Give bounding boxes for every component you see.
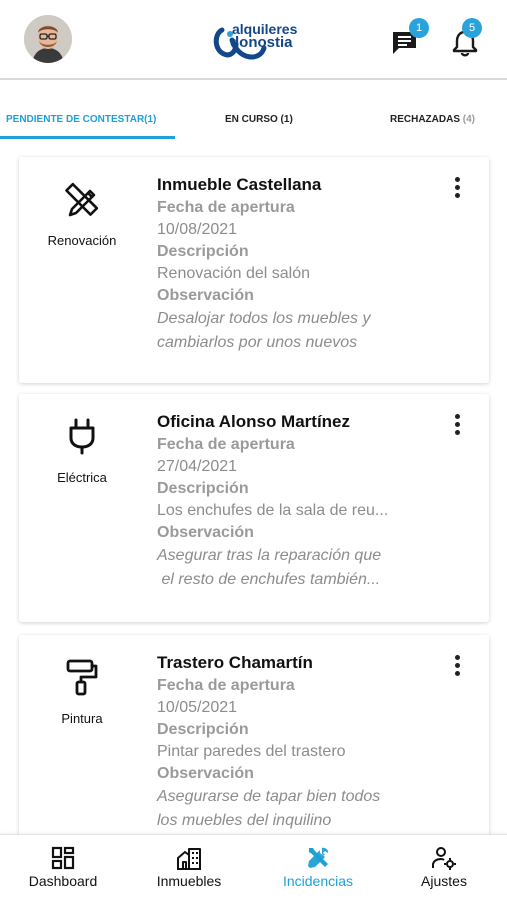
opening-date-value: 10/08/2021 bbox=[157, 221, 238, 238]
card-body: Oficina Alonso Martínez Fecha de apertur… bbox=[157, 410, 447, 592]
category-column: Pintura bbox=[19, 635, 145, 865]
logo-text-donostia: donostia bbox=[230, 34, 293, 51]
kebab-dot bbox=[454, 414, 460, 419]
opening-date-label: Fecha de apertura bbox=[157, 677, 295, 694]
description-label: Descripción bbox=[157, 480, 249, 497]
tab-pendiente[interactable]: PENDIENTE DE CONTESTAR(1) bbox=[6, 114, 156, 125]
incident-card[interactable]: Pintura Trastero Chamartín Fecha de aper… bbox=[19, 635, 489, 865]
observation-label: Observación bbox=[157, 765, 254, 782]
card-body: Trastero Chamartín Fecha de apertura 10/… bbox=[157, 651, 447, 833]
nav-ajustes-label: Ajustes bbox=[421, 873, 467, 889]
observation-label: Observación bbox=[157, 524, 254, 541]
messages-badge: 1 bbox=[409, 18, 429, 38]
incident-card[interactable]: Renovación Inmueble Castellana Fecha de … bbox=[19, 157, 489, 383]
tab-rechazadas[interactable]: RECHAZADAS (4) bbox=[390, 114, 475, 125]
nav-ajustes[interactable]: Ajustes bbox=[381, 835, 507, 900]
tab-en-curso[interactable]: EN CURSO (1) bbox=[225, 114, 293, 125]
kebab-dot bbox=[454, 185, 460, 190]
category-label: Renovación bbox=[47, 233, 117, 248]
more-options-button[interactable] bbox=[449, 414, 465, 438]
user-avatar[interactable] bbox=[24, 15, 72, 63]
description-value: Los enchufes de la sala de reu... bbox=[157, 502, 389, 519]
plug-icon bbox=[69, 418, 95, 455]
category-label: Eléctrica bbox=[57, 470, 107, 485]
incident-card[interactable]: Eléctrica Oficina Alonso Martínez Fecha … bbox=[19, 394, 489, 622]
description-value: Renovación del salón bbox=[157, 265, 310, 282]
kebab-dot bbox=[454, 430, 460, 435]
category-column: Eléctrica bbox=[19, 394, 145, 622]
opening-date-value: 27/04/2021 bbox=[157, 458, 238, 475]
opening-date-label: Fecha de apertura bbox=[157, 199, 295, 216]
user-settings-icon bbox=[432, 847, 456, 870]
active-tab-indicator bbox=[0, 136, 175, 139]
status-tabs: PENDIENTE DE CONTESTAR(1) EN CURSO (1) R… bbox=[0, 82, 507, 140]
avatar-image bbox=[24, 15, 72, 63]
property-title: Trastero Chamartín bbox=[157, 653, 313, 672]
kebab-dot bbox=[454, 422, 460, 427]
property-title: Oficina Alonso Martínez bbox=[157, 412, 351, 431]
description-label: Descripción bbox=[157, 243, 249, 260]
category-label: Pintura bbox=[61, 711, 103, 726]
app-header: alquileres donostia 1 5 bbox=[0, 0, 507, 80]
building-icon bbox=[177, 848, 201, 870]
paint-roller-icon bbox=[66, 659, 98, 696]
nav-inmuebles-label: Inmuebles bbox=[156, 873, 222, 889]
pencil-ruler-icon bbox=[65, 182, 99, 217]
category-column: Renovación bbox=[19, 157, 145, 383]
more-options-button[interactable] bbox=[449, 655, 465, 679]
tab-rechazadas-count: (4) bbox=[462, 114, 476, 125]
observation-line-2: el resto de enchufes también... bbox=[157, 571, 381, 588]
opening-date-value: 10/05/2021 bbox=[157, 699, 238, 716]
notifications-badge: 5 bbox=[462, 18, 482, 38]
observation-line-2: cambiarlos por unos nuevos bbox=[157, 334, 358, 351]
description-label: Descripción bbox=[157, 721, 249, 738]
dashboard-icon bbox=[51, 846, 75, 870]
bottom-navigation: Dashboard Inmuebles Incidencias Ajustes bbox=[0, 834, 507, 900]
observation-line-1: Desalojar todos los muebles y bbox=[157, 310, 371, 327]
description-value: Pintar paredes del trastero bbox=[157, 743, 346, 760]
opening-date-label: Fecha de apertura bbox=[157, 436, 295, 453]
card-body: Inmueble Castellana Fecha de apertura 10… bbox=[157, 173, 447, 355]
nav-dashboard[interactable]: Dashboard bbox=[0, 835, 126, 900]
observation-line-1: Asegurarse de tapar bien todos bbox=[157, 788, 381, 805]
kebab-dot bbox=[454, 193, 460, 198]
nav-incidencias[interactable]: Incidencias bbox=[255, 835, 381, 900]
more-options-button[interactable] bbox=[449, 177, 465, 201]
kebab-dot bbox=[454, 655, 460, 660]
property-title: Inmueble Castellana bbox=[157, 175, 322, 194]
kebab-dot bbox=[454, 671, 460, 676]
observation-label: Observación bbox=[157, 287, 254, 304]
tab-rechazadas-label: RECHAZADAS bbox=[390, 114, 460, 125]
tools-icon bbox=[308, 847, 329, 868]
brand-logo: alquileres donostia bbox=[212, 18, 322, 70]
nav-dashboard-label: Dashboard bbox=[28, 873, 98, 889]
kebab-dot bbox=[454, 663, 460, 668]
nav-inmuebles[interactable]: Inmuebles bbox=[126, 835, 252, 900]
observation-line-2: los muebles del inquilino bbox=[157, 812, 332, 829]
observation-line-1: Asegurar tras la reparación que bbox=[157, 547, 382, 564]
nav-incidencias-label: Incidencias bbox=[282, 873, 354, 889]
kebab-dot bbox=[454, 177, 460, 182]
